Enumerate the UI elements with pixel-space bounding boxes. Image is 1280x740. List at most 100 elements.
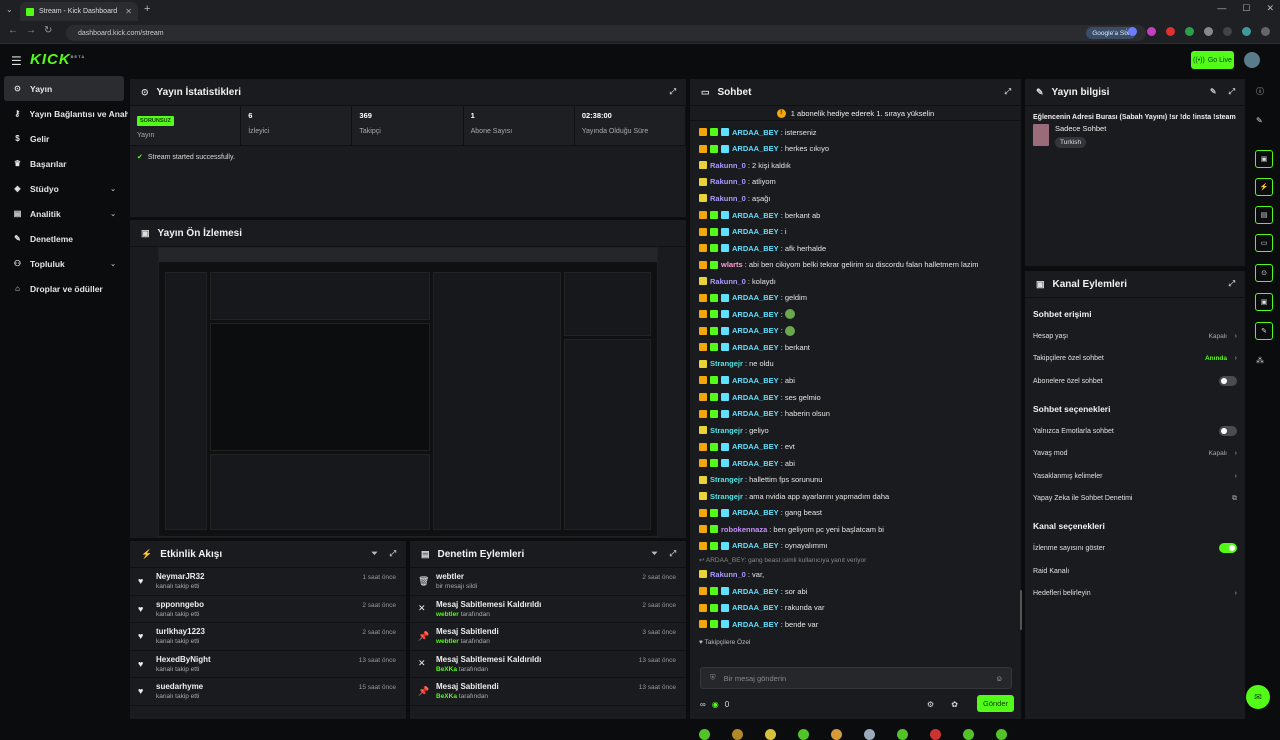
- account-age-row[interactable]: Hesap yaşı Kapalı ›: [1025, 325, 1245, 348]
- info-icon[interactable]: ⓘ: [1256, 86, 1264, 97]
- tab-list-icon[interactable]: ⌄: [6, 5, 13, 14]
- sidebar-item-denetleme[interactable]: ✎ Denetleme: [0, 226, 128, 251]
- banned-words-row[interactable]: Yasaklanmış kelimeler ›: [1025, 465, 1245, 488]
- extension-icon[interactable]: [1147, 27, 1156, 36]
- new-tab-icon[interactable]: +: [144, 3, 150, 15]
- chat-username[interactable]: ARDAA_BEY: [732, 128, 779, 137]
- chat-username[interactable]: ARDAA_BEY: [732, 144, 779, 153]
- chat-username[interactable]: Strangejr: [710, 359, 743, 368]
- sidebar-item-yayin[interactable]: ⊙ Yayın: [4, 76, 124, 101]
- maximize-icon[interactable]: ☐: [1242, 3, 1250, 14]
- chat-username[interactable]: ARDAA_BEY: [732, 587, 779, 596]
- rail-lightning-icon[interactable]: ⚡: [1255, 178, 1273, 196]
- show-viewer-count-toggle[interactable]: [1219, 543, 1237, 554]
- extension-icon[interactable]: [1185, 27, 1194, 36]
- chat-username[interactable]: ARDAA_BEY: [732, 541, 779, 550]
- chat-input[interactable]: ⛨ Bir mesaj gönderin ☺: [700, 667, 1012, 689]
- sidebar-item-basarilar[interactable]: ♛ Başarılar: [0, 151, 128, 176]
- settings-gear-icon[interactable]: ⚙: [927, 700, 934, 709]
- emote-icon[interactable]: [963, 729, 974, 740]
- emote-only-toggle[interactable]: [1219, 426, 1237, 437]
- sidebar-item-topluluk[interactable]: ⚇ Topluluk ⌄: [0, 251, 128, 276]
- expand-icon[interactable]: ⤢: [1005, 87, 1011, 97]
- expand-icon[interactable]: ⤢: [670, 87, 676, 97]
- chat-username[interactable]: Strangejr: [710, 475, 743, 484]
- pinned-banner[interactable]: ! 1 abonelik hediye ederek 1. sıraya yüks…: [690, 106, 1021, 121]
- chat-username[interactable]: Rakunn_0: [710, 194, 746, 203]
- chat-username[interactable]: Strangejr: [710, 492, 743, 501]
- emote-icon[interactable]: [864, 729, 875, 740]
- chat-scrollbar[interactable]: [1020, 590, 1022, 630]
- profile-avatar[interactable]: [1242, 27, 1251, 36]
- edit-icon[interactable]: ✎: [1256, 116, 1263, 125]
- emote-icon[interactable]: [930, 729, 941, 740]
- set-goals-row[interactable]: Hedefleri belirleyin ›: [1025, 582, 1245, 605]
- sidebar-item-stream-key[interactable]: ⚷ Yayın Bağlantısı ve Anahtarı: [0, 101, 128, 126]
- sidebar-item-droplar[interactable]: ⌂ Droplar ve ödüller: [0, 276, 128, 301]
- send-button[interactable]: Gönder: [977, 695, 1014, 712]
- followers-only-row[interactable]: Takipçilere özel sohbet Anında ›: [1025, 348, 1245, 371]
- reload-icon[interactable]: ↻: [44, 25, 52, 36]
- sidebar-item-gelir[interactable]: $ Gelir: [0, 126, 128, 151]
- chat-username[interactable]: Strangejr: [710, 426, 743, 435]
- chat-username[interactable]: wlarts: [721, 260, 743, 269]
- rail-chat-icon[interactable]: ▭: [1255, 234, 1273, 252]
- chat-username[interactable]: ARDAA_BEY: [732, 393, 779, 402]
- sidebar-item-analitik[interactable]: ▤ Analitik ⌄: [0, 201, 128, 226]
- chat-username[interactable]: robokennaza: [721, 525, 767, 534]
- extensions-puzzle-icon[interactable]: [1204, 27, 1213, 36]
- expand-icon[interactable]: ⤢: [1229, 279, 1235, 289]
- filter-icon[interactable]: ⏷: [371, 549, 377, 559]
- close-window-icon[interactable]: ✕: [1266, 3, 1274, 14]
- emote-icon[interactable]: [732, 729, 743, 740]
- chat-username[interactable]: ARDAA_BEY: [732, 442, 779, 451]
- ai-moderation-row[interactable]: Yapay Zeka ile Sohbet Denetimi ⧉: [1025, 488, 1245, 511]
- emote-icon[interactable]: [831, 729, 842, 740]
- emote-icon[interactable]: [897, 729, 908, 740]
- browser-tab[interactable]: Stream - Kick Dashboard ✕: [20, 2, 138, 21]
- chat-username[interactable]: ARDAA_BEY: [732, 620, 779, 629]
- emoji-icon[interactable]: ☺: [995, 674, 1003, 683]
- chat-username[interactable]: Rakunn_0: [710, 570, 746, 579]
- chat-username[interactable]: Rakunn_0: [710, 161, 746, 170]
- user-avatar[interactable]: [1244, 52, 1260, 68]
- chat-username[interactable]: ARDAA_BEY: [732, 459, 779, 468]
- chat-username[interactable]: ARDAA_BEY: [732, 227, 779, 236]
- bot-icon[interactable]: ✿: [951, 700, 958, 709]
- emote-icon[interactable]: [699, 729, 710, 740]
- chat-username[interactable]: ARDAA_BEY: [732, 244, 779, 253]
- stream-preview-video[interactable]: [158, 247, 658, 537]
- rail-wrench-icon[interactable]: ✎: [1255, 322, 1273, 340]
- go-live-button[interactable]: ((•)) Go Live: [1191, 51, 1234, 69]
- chat-username[interactable]: ARDAA_BEY: [732, 603, 779, 612]
- emote-icon[interactable]: [996, 729, 1007, 740]
- rail-channel-icon[interactable]: ▣: [1255, 293, 1273, 311]
- browser-menu-icon[interactable]: [1261, 27, 1270, 36]
- sidebar-item-studyo[interactable]: ◈ Stüdyo ⌄: [0, 176, 128, 201]
- chat-username[interactable]: ARDAA_BEY: [732, 310, 779, 319]
- hamburger-menu-icon[interactable]: ☰: [11, 54, 22, 68]
- raid-channel-row[interactable]: Raid Kanalı: [1025, 560, 1245, 583]
- rail-preview-icon[interactable]: ▣: [1255, 150, 1273, 168]
- chat-username[interactable]: ARDAA_BEY: [732, 326, 779, 335]
- rail-stats-icon[interactable]: ⊙: [1255, 264, 1273, 282]
- chat-username[interactable]: ARDAA_BEY: [732, 293, 779, 302]
- chat-username[interactable]: ARDAA_BEY: [732, 508, 779, 517]
- forward-icon[interactable]: →: [26, 25, 36, 36]
- kick-logo[interactable]: KICKBETA: [30, 51, 85, 68]
- expand-icon[interactable]: ⤢: [670, 549, 676, 559]
- chat-username[interactable]: Rakunn_0: [710, 177, 746, 186]
- chat-username[interactable]: Rakunn_0: [710, 277, 746, 286]
- subscribers-only-toggle[interactable]: [1219, 376, 1237, 387]
- sidepanel-icon[interactable]: [1223, 27, 1232, 36]
- minimize-icon[interactable]: —: [1217, 3, 1226, 14]
- rail-document-icon[interactable]: ▤: [1255, 206, 1273, 224]
- rail-blocks-icon[interactable]: ⁂: [1256, 356, 1264, 365]
- chat-username[interactable]: ARDAA_BEY: [732, 211, 779, 220]
- help-chat-icon[interactable]: ✉: [1246, 685, 1270, 709]
- edit-icon[interactable]: ✎: [1210, 87, 1217, 97]
- expand-icon[interactable]: ⤢: [1229, 87, 1235, 97]
- link-icon[interactable]: ∞: [700, 700, 706, 709]
- tab-close-icon[interactable]: ✕: [125, 7, 132, 16]
- filter-icon[interactable]: ⏷: [651, 549, 657, 559]
